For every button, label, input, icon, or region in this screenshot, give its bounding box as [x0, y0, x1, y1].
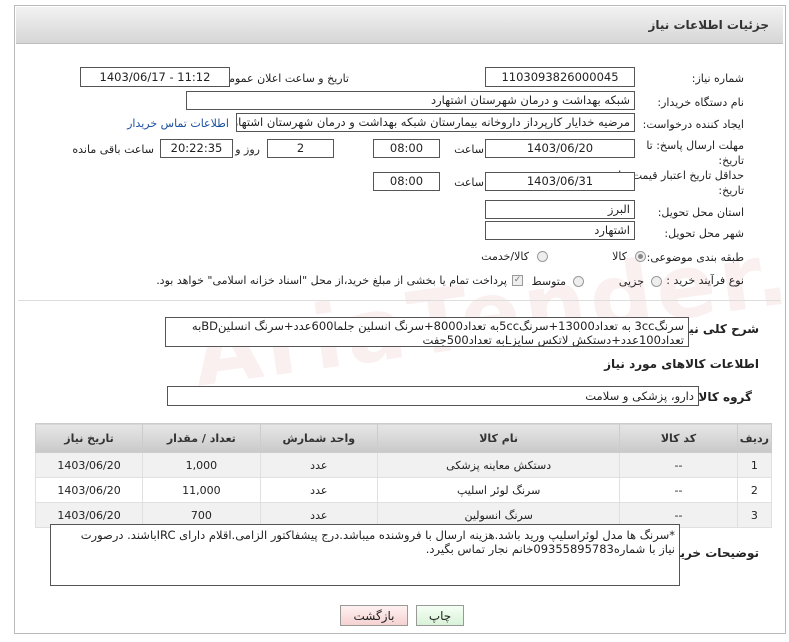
process-label: نوع فرآیند خرید :: [666, 274, 744, 287]
cell-row: 2: [736, 477, 773, 503]
divider: [18, 300, 780, 301]
process-medium-radio[interactable]: [573, 276, 584, 287]
goods-group-label: گروه کالا:: [693, 390, 752, 404]
cell-date: 1403/06/20: [34, 477, 144, 503]
process-medium-label: متوسط: [531, 275, 566, 288]
items-table: ردیف کد کالا نام کالا واحد شمارش تعداد /…: [34, 423, 773, 528]
panel-header: جزئیات اطلاعات نیاز: [16, 7, 783, 44]
summary-line-2: تعداد100عدد+دستکش لاتکس سایزLبه تعداد500…: [422, 333, 684, 347]
cell-code: --: [619, 452, 738, 478]
deadline-date-field: 1403/06/20: [485, 139, 635, 158]
validity-time-field: 08:00: [373, 172, 440, 191]
validity-date-field: 1403/06/31: [485, 172, 635, 191]
goods-section-title: اطلاعات کالاهای مورد نیاز: [604, 357, 759, 371]
cell-qty: 11,000: [142, 477, 261, 503]
province-label: استان محل تحویل:: [657, 206, 744, 219]
days-label: روز و: [235, 143, 260, 156]
city-field: اشتهارد: [485, 221, 635, 240]
cell-name: دستکش معاینه پزشکی: [377, 452, 621, 478]
goods-group-field: دارو، پزشکی و سلامت: [167, 386, 699, 406]
col-date-header: تاریخ نیاز: [34, 423, 144, 453]
deadline-label: مهلت ارسال پاسخ: تا تاریخ:: [646, 139, 744, 167]
cell-row: 1: [736, 452, 773, 478]
table-row: 1 -- دستکش معاینه پزشکی عدد 1,000 1403/0…: [34, 452, 773, 478]
buyer-field: شبکه بهداشت و درمان شهرستان اشتهارد: [186, 91, 635, 110]
payment-note: پرداخت تمام یا بخشی از مبلغ خرید،از محل …: [156, 274, 507, 287]
print-button[interactable]: چاپ: [416, 605, 464, 626]
back-button[interactable]: بازگشت: [340, 605, 408, 626]
province-field: البرز: [485, 200, 635, 219]
category-service-label: کالا/خدمت: [481, 250, 529, 263]
table-header-row: ردیف کد کالا نام کالا واحد شمارش تعداد /…: [34, 423, 773, 453]
payment-checkbox[interactable]: ✓: [512, 275, 523, 286]
category-service-radio[interactable]: [537, 251, 548, 262]
city-label: شهر محل تحویل:: [664, 227, 744, 240]
page-title: جزئیات اطلاعات نیاز: [648, 18, 769, 32]
cell-date: 1403/06/20: [34, 452, 144, 478]
creator-field: مرضیه خدایار کارپرداز داروخانه بیمارستان…: [236, 113, 635, 132]
table-row: 2 -- سرنگ لوئر اسلیپ عدد 11,000 1403/06/…: [34, 477, 773, 503]
cell-unit: عدد: [259, 477, 379, 503]
summary-field: سرنگ3cc به تعداد13000+سرنگ5ccبه تعداد800…: [165, 317, 689, 347]
process-partial-radio[interactable]: [651, 276, 662, 287]
remaining-label: ساعت باقی مانده: [72, 143, 154, 156]
announce-field: 1403/06/17 - 11:12: [80, 67, 230, 87]
need-number-label: شماره نیاز:: [691, 72, 744, 85]
cell-code: --: [619, 477, 738, 503]
col-name-header: نام کالا: [377, 423, 621, 453]
deadline-time-field: 08:00: [373, 139, 440, 158]
buyer-notes-line-2: نیاز با شماره09355895783خانم نجار تماس ب…: [425, 542, 675, 556]
summary-line-1: سرنگ3cc به تعداد13000+سرنگ5ccبه تعداد800…: [191, 319, 684, 333]
need-number-field: 1103093826000045: [485, 67, 635, 87]
remaining-time-field: 20:22:35: [160, 139, 233, 158]
category-label: طبقه بندی موضوعی:: [646, 251, 744, 264]
deadline-time-label: ساعت: [454, 143, 484, 156]
col-code-header: کد کالا: [619, 423, 738, 453]
validity-time-label: ساعت: [454, 176, 484, 189]
contact-link[interactable]: اطلاعات تماس خریدار: [127, 117, 229, 130]
col-qty-header: تعداد / مقدار: [142, 423, 261, 453]
announce-label: تاریخ و ساعت اعلان عمومی:: [216, 72, 349, 85]
process-partial-label: جزیی: [618, 275, 644, 288]
days-field: 2: [267, 139, 334, 158]
cell-name: سرنگ لوئر اسلیپ: [377, 477, 621, 503]
cell-qty: 1,000: [142, 452, 261, 478]
creator-label: ایجاد کننده درخواست:: [642, 118, 744, 131]
cell-row: 3: [736, 502, 773, 528]
cell-unit: عدد: [259, 452, 379, 478]
buyer-label: نام دستگاه خریدار:: [657, 96, 744, 109]
category-goods-label: کالا: [612, 250, 627, 263]
buyer-notes-line-1: *سرنگ ها مدل لوئراسلیپ ورید باشد.هزینه ا…: [80, 528, 675, 542]
buyer-notes-field: *سرنگ ها مدل لوئراسلیپ ورید باشد.هزینه ا…: [50, 524, 680, 586]
col-row-header: ردیف: [736, 423, 773, 453]
category-goods-radio[interactable]: [635, 251, 646, 262]
col-unit-header: واحد شمارش: [259, 423, 379, 453]
